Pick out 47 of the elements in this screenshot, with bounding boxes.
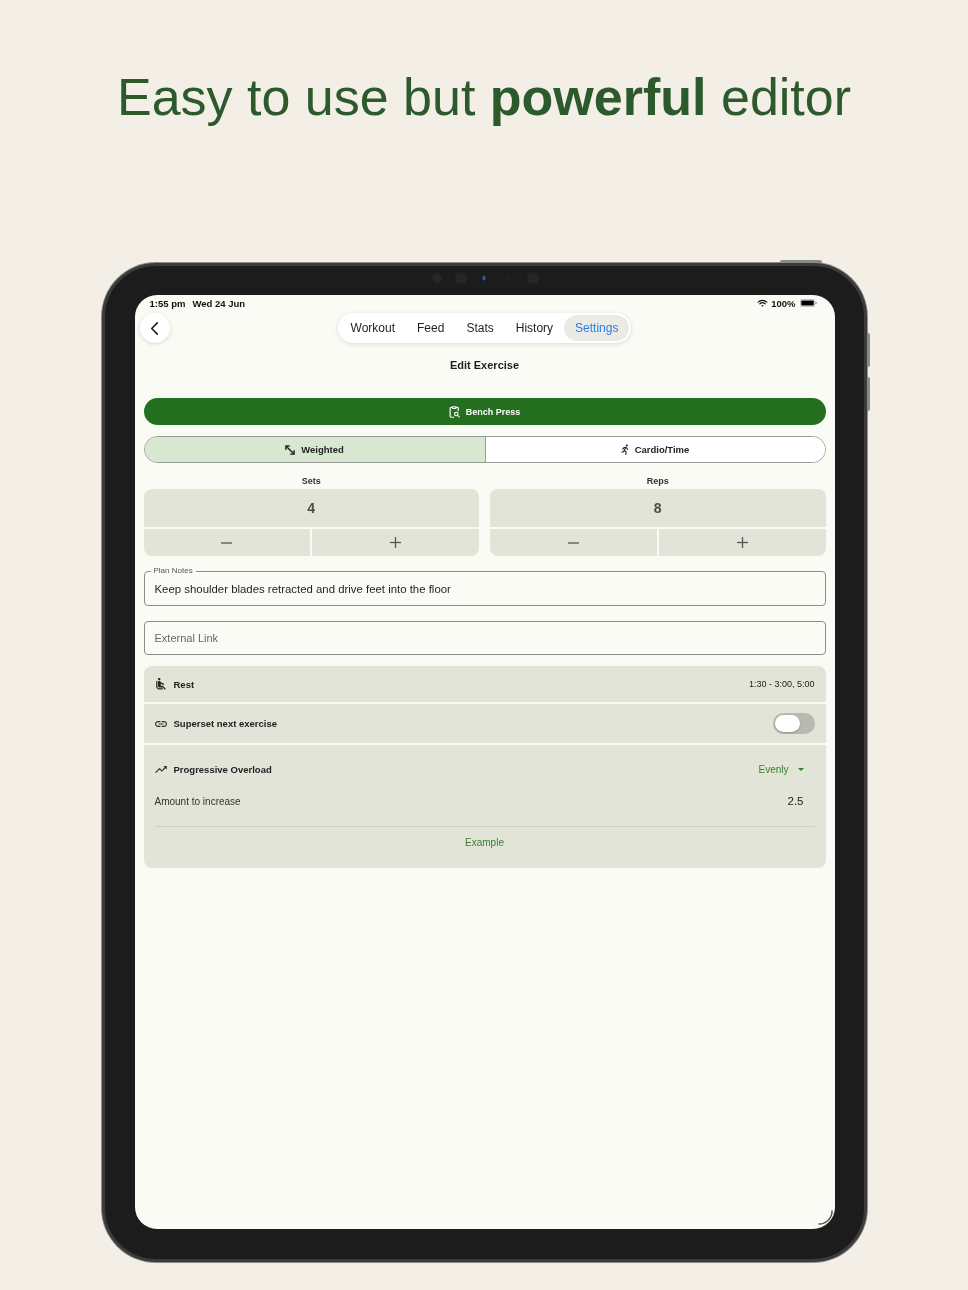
stepper-value: 8 — [490, 489, 826, 527]
row-label: Progressive Overload — [173, 763, 272, 775]
back-button[interactable] — [139, 313, 170, 343]
chevron-left-icon — [151, 321, 158, 335]
diagonal-arrows-icon — [285, 444, 296, 455]
headline: Easy to use but powerful editor — [116, 67, 852, 128]
stepper-label: Sets — [301, 475, 321, 487]
volume-button[interactable] — [866, 377, 870, 411]
segment-tab[interactable]: Cardio/Time — [484, 437, 825, 462]
minus-icon — [567, 541, 579, 544]
clipboard-search-icon — [448, 405, 460, 418]
plus-icon — [390, 537, 402, 548]
trending-up-icon — [154, 765, 167, 773]
status-date: Wed 24 Jun — [192, 297, 246, 309]
mode-dropdown[interactable]: Evenly — [758, 763, 804, 775]
nav-tab[interactable]: History — [504, 315, 565, 341]
battery-percentage: 100% — [771, 297, 796, 309]
link-field[interactable]: External Link — [143, 621, 826, 655]
toggle-switch[interactable] — [772, 713, 815, 734]
link-icon — [154, 720, 167, 727]
exercise-picker-button[interactable]: Bench Press — [143, 398, 826, 425]
wifi-icon — [757, 299, 769, 307]
row-label: Superset next exercise — [173, 718, 277, 729]
stepper-label: Reps — [646, 475, 669, 487]
nav-tab[interactable]: Settings — [564, 315, 630, 341]
plus-icon — [736, 537, 748, 548]
running-person-icon — [620, 444, 629, 455]
status-time: 1:55 pm — [149, 297, 186, 309]
amount-field[interactable]: 2.5 — [763, 795, 804, 807]
resize-handle-icon[interactable] — [817, 1210, 833, 1225]
minus-icon — [221, 541, 233, 544]
reclining-seat-icon — [155, 678, 166, 690]
field-label: Plan Notes — [150, 566, 196, 576]
amount-label: Amount to increase — [154, 795, 241, 807]
nav-tab[interactable]: Workout — [339, 315, 406, 341]
top-button[interactable] — [779, 260, 822, 263]
caret-down-icon — [797, 767, 804, 771]
nav-tab[interactable]: Stats — [455, 315, 505, 341]
battery-icon — [799, 299, 817, 307]
example-link[interactable]: Example — [465, 835, 504, 851]
screen-title: Edit Exercise — [449, 358, 520, 373]
stepper-value: 4 — [143, 489, 479, 527]
volume-button[interactable] — [866, 333, 870, 367]
row-label: Rest — [173, 678, 195, 690]
nav-tab[interactable]: Feed — [406, 315, 456, 341]
rest-value: 1:30 - 3:00, 5:00 — [748, 679, 815, 689]
segment-tab[interactable]: Weighted — [144, 437, 485, 462]
